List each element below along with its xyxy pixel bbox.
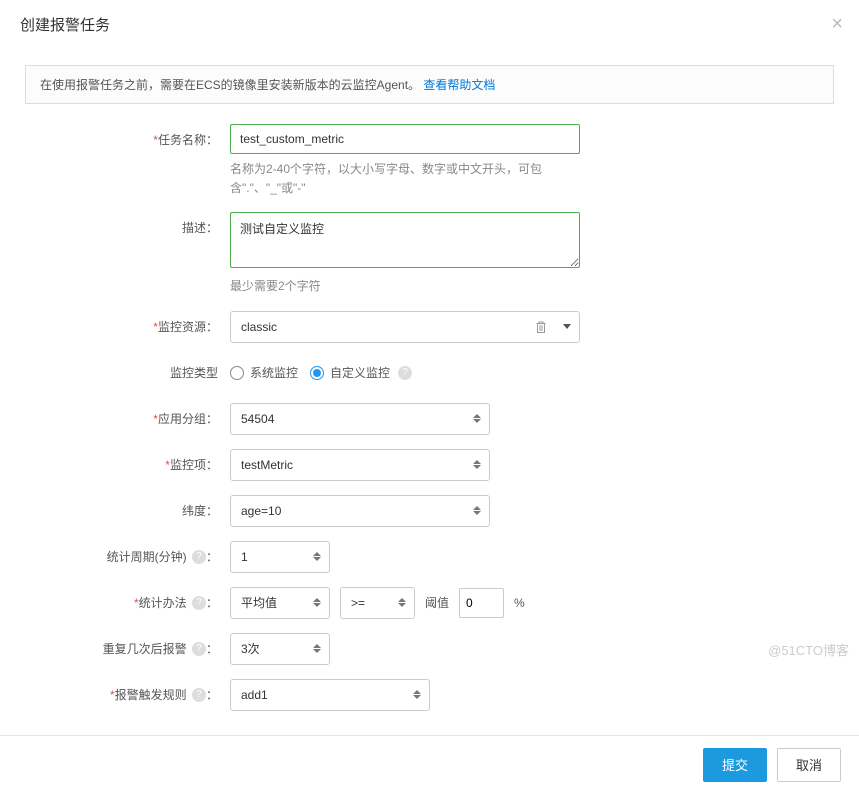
modal-header: 创建报警任务 ×: [0, 0, 859, 50]
app-group-select[interactable]: 54504: [230, 403, 490, 435]
resource-value: classic: [241, 320, 277, 334]
period-value: 1: [241, 550, 248, 564]
close-icon[interactable]: ×: [831, 14, 843, 34]
dimension-value: age=10: [241, 504, 281, 518]
stat-method-value: 平均值: [241, 594, 277, 611]
submit-button[interactable]: 提交: [703, 748, 767, 782]
help-icon[interactable]: ?: [192, 688, 206, 702]
help-icon[interactable]: ?: [398, 366, 412, 380]
threshold-label: 阈值: [425, 594, 449, 611]
label-statistic: *统计办法 ?：: [25, 587, 230, 619]
hint-description: 最少需要2个字符: [230, 277, 580, 296]
help-icon[interactable]: ?: [192, 642, 206, 656]
comparator-value: >=: [351, 596, 365, 610]
threshold-input[interactable]: [459, 588, 504, 618]
label-task-name: *任务名称：: [25, 124, 230, 156]
modal-body: 在使用报警任务之前，需要在ECS的镜像里安装新版本的云监控Agent。 查看帮助…: [0, 50, 859, 735]
help-doc-link[interactable]: 查看帮助文档: [423, 78, 495, 92]
metric-item-select[interactable]: testMetric: [230, 449, 490, 481]
radio-system-monitor[interactable]: [230, 366, 244, 380]
rule-value: add1: [241, 688, 268, 702]
modal-title: 创建报警任务: [20, 17, 110, 34]
description-textarea[interactable]: [230, 212, 580, 268]
hint-task-name: 名称为2-40个字符，以大小写字母、数字或中文开头，可包含"."、"_"或"-": [230, 160, 590, 198]
info-text: 在使用报警任务之前，需要在ECS的镜像里安装新版本的云监控Agent。: [40, 78, 420, 92]
stat-method-select[interactable]: 平均值: [230, 587, 330, 619]
label-rule: *报警触发规则 ?：: [25, 679, 230, 711]
repeat-select[interactable]: 3次: [230, 633, 330, 665]
label-dimension: 纬度：: [25, 495, 230, 527]
dimension-select[interactable]: age=10: [230, 495, 490, 527]
help-icon[interactable]: ?: [192, 596, 206, 610]
label-resource: *监控资源：: [25, 311, 230, 343]
unit-percent: %: [514, 596, 525, 610]
modal-footer: 提交 取消: [0, 735, 859, 794]
trash-icon[interactable]: [535, 320, 547, 334]
period-select[interactable]: 1: [230, 541, 330, 573]
label-monitor-type: 监控类型: [25, 357, 230, 389]
rule-select[interactable]: add1: [230, 679, 430, 711]
repeat-value: 3次: [241, 640, 260, 657]
resource-select[interactable]: classic: [230, 311, 580, 343]
radio-custom-monitor[interactable]: [310, 366, 324, 380]
radio-label-system: 系统监控: [250, 364, 298, 381]
label-period: 统计周期(分钟) ?：: [25, 541, 230, 573]
label-metric-item: *监控项：: [25, 449, 230, 481]
cancel-button[interactable]: 取消: [777, 748, 841, 782]
metric-item-value: testMetric: [241, 458, 293, 472]
watermark: @51CTO博客: [768, 640, 849, 659]
label-description: 描述：: [25, 212, 230, 244]
radio-label-custom: 自定义监控: [330, 364, 390, 381]
info-bar: 在使用报警任务之前，需要在ECS的镜像里安装新版本的云监控Agent。 查看帮助…: [25, 65, 834, 104]
help-icon[interactable]: ?: [192, 550, 206, 564]
monitor-type-group: 系统监控 自定义监控 ?: [230, 357, 412, 389]
task-name-input[interactable]: [230, 124, 580, 154]
label-repeat: 重复几次后报警 ?：: [25, 633, 230, 665]
label-app-group: *应用分组：: [25, 403, 230, 435]
app-group-value: 54504: [241, 412, 274, 426]
comparator-select[interactable]: >=: [340, 587, 415, 619]
chevron-down-icon: [563, 324, 571, 329]
